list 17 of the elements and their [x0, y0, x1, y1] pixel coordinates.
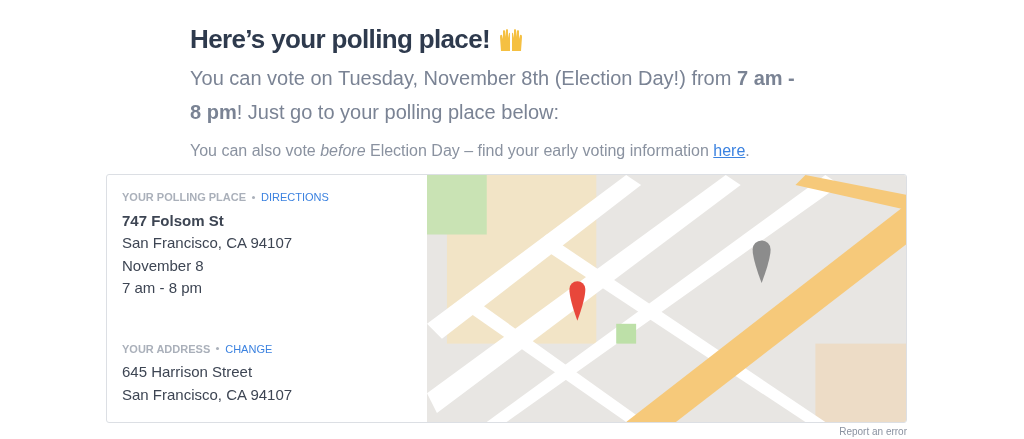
address-line: 747 Folsom St [122, 210, 225, 231]
heading: Here’s your polling place! [190, 23, 490, 56]
early-voting-note: You can also vote before Election Day – find your early voting information [190, 142, 709, 159]
here-link[interactable]: here [713, 142, 746, 159]
section-action-link[interactable]: CHANGE [225, 340, 273, 357]
section-label: YOUR POLLING PLACE [122, 190, 247, 205]
address-line: 645 Harrison Street [122, 362, 254, 382]
raised-hands-icon [498, 26, 524, 53]
address-line: November 8 [122, 255, 205, 276]
address-line: San Francisco, CA 94107 [122, 233, 294, 253]
section-label: YOUR ADDRESS [122, 341, 211, 357]
report-error-link[interactable]: Report an error [839, 426, 907, 438]
address-line: San Francisco, CA 94107 [122, 384, 294, 405]
address-line: 7 am - 8 pm [122, 278, 204, 298]
intro-paragraph: You can vote on Tuesday, November 8th (Election Day!) from 7 am - 8 pm! Just go to your polling place below: [190, 66, 796, 125]
section-action-link[interactable]: DIRECTIONS [261, 189, 329, 206]
period-text: . [745, 142, 750, 159]
